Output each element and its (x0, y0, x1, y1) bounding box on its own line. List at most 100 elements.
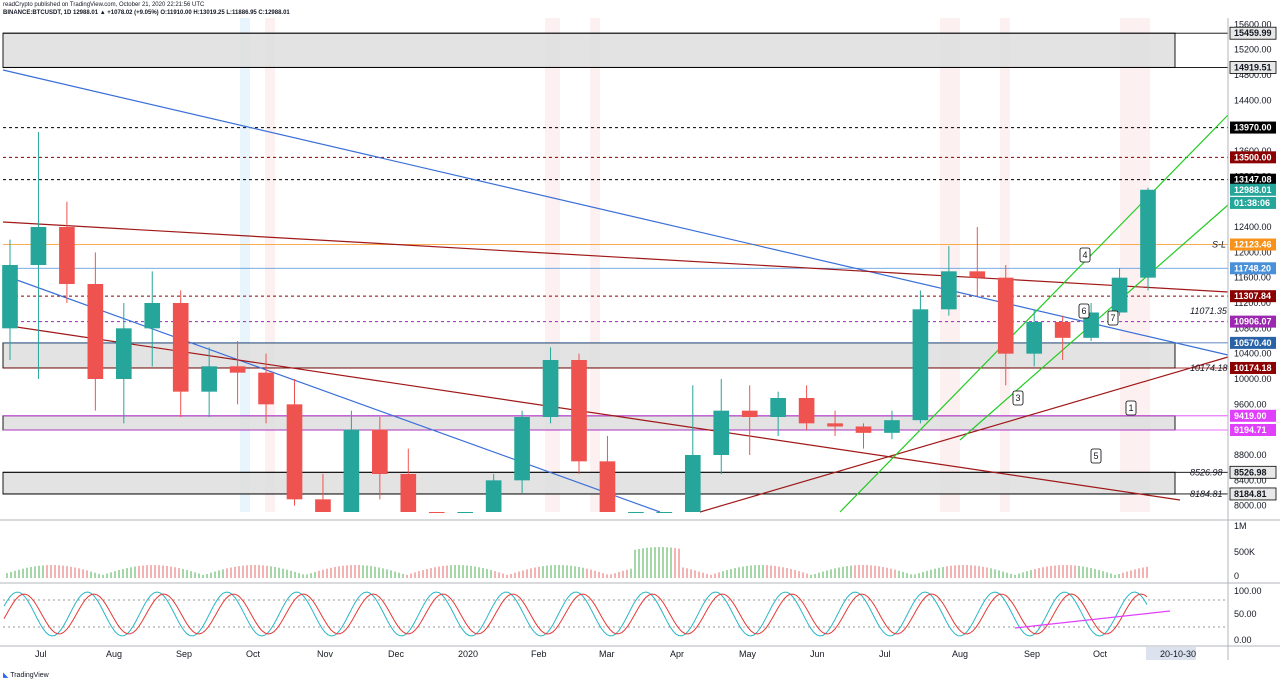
volume-bar (246, 565, 248, 578)
volume-bar (1010, 573, 1012, 578)
volume-bar (746, 565, 748, 578)
volume-bar (718, 572, 720, 578)
time-stripe (1000, 18, 1010, 512)
volume-bar (386, 569, 388, 578)
volume-bar (666, 547, 668, 578)
volume-bar (1086, 567, 1088, 578)
callout-label: 7 (1111, 313, 1116, 323)
volume-bar (890, 568, 892, 578)
volume-bar (234, 566, 236, 578)
callout-label: 5 (1094, 451, 1099, 461)
volume-bar (1026, 571, 1028, 578)
price-tag-label: 15459.99 (1234, 28, 1272, 38)
volume-bar (202, 574, 204, 578)
volume-bar (214, 571, 216, 578)
volume-bar (238, 566, 240, 578)
price-tag-label: 10174.18 (1234, 363, 1272, 373)
volume-bar (134, 566, 136, 578)
x-tick-label: Jul (35, 649, 47, 659)
volume-bar (530, 568, 532, 578)
candle-body (656, 512, 673, 513)
volume-bar (542, 566, 544, 578)
volume-bar (898, 570, 900, 578)
volume-bar (250, 565, 252, 578)
price-tag-label: 10906.07 (1234, 317, 1272, 327)
volume-bar (206, 573, 208, 578)
volume-bar (834, 568, 836, 578)
volume-bar (974, 565, 976, 578)
volume-bar (726, 570, 728, 578)
volume-bar (86, 570, 88, 578)
volume-bar (34, 566, 36, 578)
volume-tick-label: 500K (1234, 547, 1255, 557)
price-tag-label: 9419.00 (1234, 411, 1267, 421)
candle-body (684, 455, 701, 512)
volume-bar (554, 565, 556, 578)
volume-bar (694, 570, 696, 578)
volume-bar (438, 566, 440, 578)
volume-bar (670, 547, 672, 578)
volume-bar (110, 572, 112, 578)
y-tick-label: 10000.00 (1234, 374, 1272, 384)
volume-bar (498, 572, 500, 578)
volume-bar (782, 567, 784, 578)
volume-bar (50, 565, 52, 578)
candle-body (741, 410, 758, 417)
volume-bar (846, 566, 848, 578)
volume-bar (506, 574, 508, 578)
volume-bar (450, 565, 452, 578)
price-chart[interactable]: 15600.0015200.0014800.0014400.0014000.00… (0, 0, 1280, 682)
volume-bar (1038, 568, 1040, 578)
volume-bar (478, 567, 480, 578)
volume-bar (698, 571, 700, 578)
volume-bar (290, 570, 292, 578)
volume-bar (862, 565, 864, 578)
x-tick-label: Oct (246, 649, 261, 659)
volume-bar (154, 565, 156, 578)
volume-bar (262, 565, 264, 578)
volume-bar (322, 569, 324, 578)
candle-body (343, 429, 360, 512)
callout-label: 1 (1129, 403, 1134, 413)
volume-bar (142, 565, 144, 578)
volume-bar (534, 567, 536, 578)
oscillator-d-line (3, 593, 1148, 635)
y-tick-label: 9600.00 (1234, 399, 1267, 409)
volume-bar (370, 566, 372, 578)
volume-bar (654, 547, 656, 578)
x-tick-label: Dec (388, 649, 405, 659)
volume-bar (970, 565, 972, 578)
candle-body (798, 398, 815, 424)
volume-bar (566, 565, 568, 578)
volume-bar (98, 573, 100, 578)
volume-bar (778, 566, 780, 578)
volume-bar (934, 568, 936, 578)
volume-bar (1070, 565, 1072, 578)
volume-bar (658, 547, 660, 578)
volume-bar (150, 565, 152, 578)
volume-bar (354, 565, 356, 578)
candle-body (485, 480, 502, 512)
volume-bar (362, 565, 364, 578)
candle-body (229, 366, 246, 373)
volume-bar (710, 574, 712, 578)
price-tag-label: 12988.01 (1234, 185, 1272, 195)
volume-bar (1058, 565, 1060, 578)
volume-bar (1106, 572, 1108, 578)
volume-bar (662, 547, 664, 578)
candle-body (912, 309, 929, 421)
volume-bar (982, 566, 984, 578)
volume-bar (146, 565, 148, 578)
volume-bar (422, 570, 424, 578)
y-tick-label: 14400.00 (1234, 95, 1272, 105)
volume-bar (1122, 572, 1124, 578)
candle-body (258, 372, 274, 405)
time-stripe (590, 18, 600, 512)
price-tag-label: 9194.71 (1234, 425, 1267, 435)
x-tick-label: Aug (106, 649, 122, 659)
volume-bar (1146, 566, 1148, 578)
time-stripe (545, 18, 560, 512)
volume-bar (950, 565, 952, 578)
volume-bar (722, 571, 724, 578)
volume-bar (342, 565, 344, 578)
